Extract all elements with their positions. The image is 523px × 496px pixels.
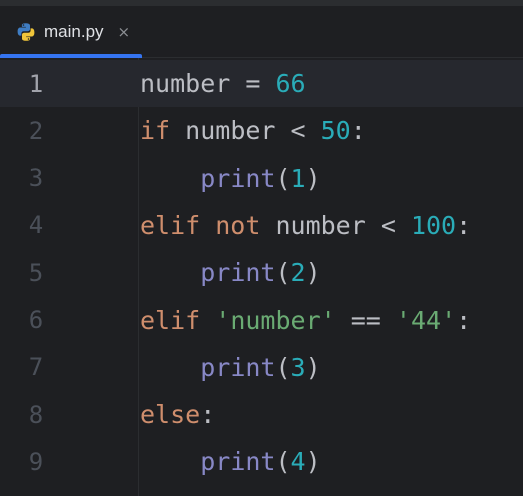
code-token: number < xyxy=(260,210,411,240)
line-number: 3 xyxy=(28,164,44,193)
code-token: print xyxy=(200,352,276,382)
code-line[interactable]: 1 number = 66 xyxy=(0,60,523,107)
code-token: ( xyxy=(275,258,291,288)
code-token: : xyxy=(456,210,472,240)
close-icon[interactable]: × xyxy=(118,23,131,41)
code-text: print(1) xyxy=(140,163,321,193)
code-line[interactable]: 8 else: xyxy=(0,391,523,438)
code-token: 66 xyxy=(275,69,306,98)
code-token: if xyxy=(140,116,171,146)
code-token: 3 xyxy=(290,352,306,382)
code-text: else: xyxy=(140,400,215,429)
code-line[interactable]: 2 if number < 50: xyxy=(0,107,523,154)
tab-filename: main.py xyxy=(44,22,104,41)
code-token: elif not xyxy=(140,210,261,240)
code-token: print xyxy=(200,447,276,477)
code-token: elif xyxy=(140,305,201,335)
code-line[interactable]: 9 print(4) xyxy=(0,438,523,485)
code-token: 1 xyxy=(290,163,306,193)
code-token: : xyxy=(200,400,216,430)
code-token: ( xyxy=(275,163,291,193)
line-number: 4 xyxy=(28,211,44,240)
code-token: 2 xyxy=(290,258,306,288)
code-text: print(4) xyxy=(140,447,321,477)
code-token: 4 xyxy=(290,447,306,477)
code-token: : xyxy=(350,116,366,146)
code-text: elif 'number' == '44': xyxy=(140,306,471,335)
code-text: print(3) xyxy=(140,352,321,382)
code-token: number xyxy=(140,69,231,98)
code-token: ) xyxy=(305,447,321,477)
code-token: == xyxy=(335,305,396,335)
code-line[interactable]: 5 print(2) xyxy=(0,249,523,296)
line-number: 9 xyxy=(28,447,44,476)
line-number: 6 xyxy=(28,306,44,334)
code-token: : xyxy=(456,305,472,335)
code-token: ) xyxy=(305,163,321,193)
code-text: if number < 50: xyxy=(140,116,366,145)
code-token: = xyxy=(230,69,276,98)
code-token: 'number' xyxy=(215,305,336,335)
tab-main-py[interactable]: main.py × xyxy=(0,6,142,58)
code-token: ) xyxy=(305,352,321,382)
line-number: 2 xyxy=(28,116,44,145)
python-file-icon xyxy=(17,23,35,41)
code-token: print xyxy=(200,163,276,193)
code-text: print(2) xyxy=(140,258,321,288)
code-token: ( xyxy=(275,352,291,382)
code-token: ( xyxy=(275,447,291,477)
line-number: 1 xyxy=(28,69,44,98)
editor-tab-bar: main.py × xyxy=(0,6,523,58)
code-token: else xyxy=(140,400,201,430)
code-line[interactable]: 3 print(1) xyxy=(0,155,523,202)
line-number: 8 xyxy=(28,400,44,429)
code-text: number = 66 xyxy=(140,69,306,98)
code-text: elif not number < 100: xyxy=(140,211,471,240)
code-line[interactable]: 4 elif not number < 100: xyxy=(0,202,523,249)
code-token: 50 xyxy=(320,116,351,146)
code-token: number < xyxy=(170,116,321,146)
code-token: 100 xyxy=(410,210,457,240)
code-line[interactable]: 6 elif 'number' == '44': xyxy=(0,297,523,344)
line-number: 7 xyxy=(28,353,44,382)
code-editor[interactable]: 1 number = 66 2 if number < 50: 3 print(1) 4 e… xyxy=(0,58,523,496)
line-number: 5 xyxy=(28,258,44,287)
code-token: ) xyxy=(305,258,321,288)
code-token: print xyxy=(200,258,276,288)
code-token: '44' xyxy=(395,305,457,335)
code-line[interactable]: 7 print(3) xyxy=(0,344,523,391)
